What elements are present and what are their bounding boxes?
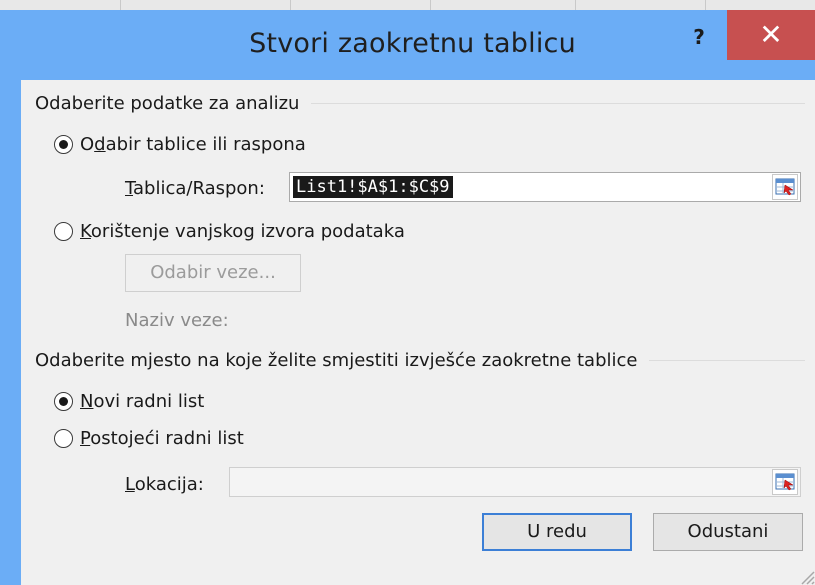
range-collapse-icon [775,473,795,491]
radio-button[interactable] [54,391,73,411]
radio-table-range-label: Odabir tablice ili raspona [80,133,306,155]
location-input[interactable] [229,467,801,497]
radio-new-worksheet-label: Novi radni list [80,390,205,412]
range-collapse-button[interactable] [772,174,798,200]
close-button[interactable]: ✕ [727,10,815,60]
radio-selected-dot [59,139,68,149]
radio-selected-dot [59,396,68,406]
location-collapse-button[interactable] [772,469,798,495]
radio-external-source-label: Korištenje vanjskog izvora podataka [80,220,405,242]
dialog-body: Odaberite podatke za analizu Odabir tabl… [21,80,815,585]
background-tick [705,0,706,10]
location-label: Lokacija: [125,474,204,495]
section-location-header: Odaberite mjesto na koje želite smjestit… [35,348,805,372]
radio-button[interactable] [54,134,73,154]
section-data-header: Odaberite podatke za analizu [35,91,805,115]
background-tick [430,0,431,10]
section-divider [311,102,805,104]
background-tick [290,0,291,10]
section-data-label: Odaberite podatke za analizu [35,92,300,114]
range-input[interactable]: List1!$A$1:$C$9 [289,172,801,202]
background-tick [120,0,121,10]
radio-existing-worksheet-label: Postojeći radni list [80,427,244,449]
cancel-button[interactable]: Odustani [653,513,803,551]
choose-connection-button[interactable]: Odabir veze... [125,254,301,292]
ok-button[interactable]: U redu [482,513,632,551]
radio-existing-worksheet[interactable]: Postojeći radni list [54,425,244,451]
section-divider [649,359,805,361]
connection-name-label: Naziv veze: [125,310,229,331]
range-label: Tablica/Raspon: [125,178,265,199]
section-location-label: Odaberite mjesto na koje želite smjestit… [35,349,638,371]
resize-grip-icon[interactable] [797,567,815,585]
radio-button[interactable] [54,428,73,448]
help-button[interactable]: ? [684,22,714,52]
range-input-value: List1!$A$1:$C$9 [293,176,453,198]
radio-new-worksheet[interactable]: Novi radni list [54,388,204,414]
range-collapse-icon [775,178,795,196]
radio-external-source[interactable]: Korištenje vanjskog izvora podataka [54,218,405,244]
dialog-titlebar[interactable]: Stvori zaokretnu tablicu ? ✕ [10,10,815,80]
background-tick [575,0,576,10]
radio-table-range[interactable]: Odabir tablice ili raspona [54,131,306,157]
radio-button[interactable] [54,221,73,241]
background-strip [0,0,815,10]
